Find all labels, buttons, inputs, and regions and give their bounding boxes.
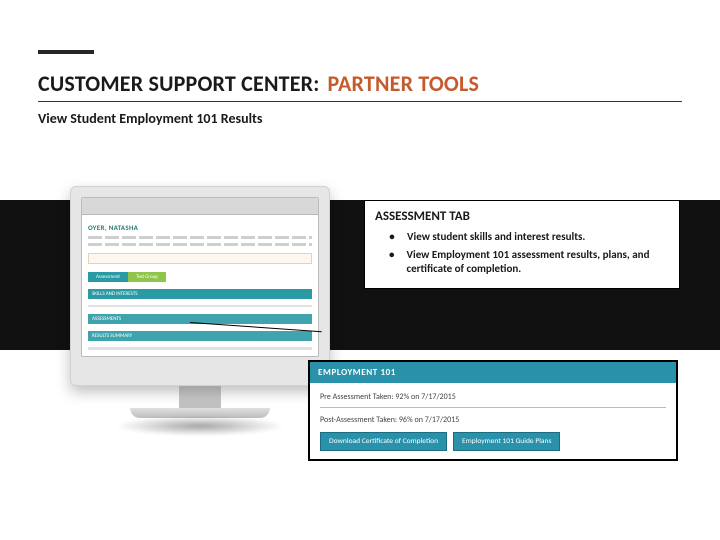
card-item: • View student skills and interest resul… bbox=[375, 228, 673, 246]
bullet-icon: • bbox=[389, 230, 395, 244]
screen-tabs: Assessment Test Group bbox=[88, 272, 312, 282]
screen-detail-row bbox=[88, 243, 312, 246]
bullet-icon: • bbox=[389, 248, 394, 276]
assessment-card: ASSESSMENT TAB • View student skills and… bbox=[364, 200, 680, 289]
pre-assessment-line: Pre Assessment Taken: 92% on 7/17/2015 bbox=[320, 389, 666, 405]
card-heading: ASSESSMENT TAB bbox=[375, 209, 673, 224]
employment-101-buttons: Download Certificate of Completion Emplo… bbox=[320, 432, 666, 451]
monitor-screen: OYER, NATASHA Assessment Test Group SKIL… bbox=[81, 197, 319, 357]
post-assessment-line: Post-Assessment Taken: 96% on 7/17/2015 bbox=[320, 412, 666, 428]
section-content-line bbox=[88, 305, 312, 308]
monitor-mockup: OYER, NATASHA Assessment Test Group SKIL… bbox=[70, 186, 330, 436]
title-plain: CUSTOMER SUPPORT CENTER: bbox=[38, 70, 320, 97]
monitor-bezel: OYER, NATASHA Assessment Test Group SKIL… bbox=[70, 186, 330, 386]
monitor-stand-neck bbox=[179, 386, 221, 408]
section-results: RESULTS SUMMARY bbox=[88, 331, 312, 341]
guide-plans-button[interactable]: Employment 101 Guide Plans bbox=[453, 432, 560, 451]
monitor-shadow bbox=[115, 416, 285, 436]
divider bbox=[320, 407, 666, 408]
section-skills: SKILLS AND INTERESTS bbox=[88, 289, 312, 299]
title-highlight: PARTNER TOOLS bbox=[328, 70, 480, 97]
tab-test-group[interactable]: Test Group bbox=[128, 272, 166, 282]
screen-user-name: OYER, NATASHA bbox=[88, 223, 312, 232]
screen-note-panel bbox=[88, 253, 312, 263]
card-item-text: View Employment 101 assessment results, … bbox=[406, 248, 673, 276]
employment-101-panel: EMPLOYMENT 101 Pre Assessment Taken: 92%… bbox=[308, 360, 678, 461]
screen-detail-row bbox=[88, 236, 312, 239]
accent-bar bbox=[38, 50, 94, 54]
card-item: • View Employment 101 assessment results… bbox=[375, 246, 673, 278]
section-content-line bbox=[88, 347, 312, 350]
employment-101-body: Pre Assessment Taken: 92% on 7/17/2015 P… bbox=[310, 383, 676, 459]
card-item-text: View student skills and interest results… bbox=[407, 230, 585, 244]
screen-header-bar bbox=[82, 198, 318, 215]
card-list: • View student skills and interest resul… bbox=[375, 228, 673, 278]
tab-assessment[interactable]: Assessment bbox=[88, 272, 128, 282]
page-title: CUSTOMER SUPPORT CENTER: PARTNER TOOLS bbox=[38, 70, 682, 102]
page-subtitle: View Student Employment 101 Results bbox=[38, 110, 682, 127]
employment-101-heading: EMPLOYMENT 101 bbox=[310, 362, 676, 383]
download-certificate-button[interactable]: Download Certificate of Completion bbox=[320, 432, 447, 451]
